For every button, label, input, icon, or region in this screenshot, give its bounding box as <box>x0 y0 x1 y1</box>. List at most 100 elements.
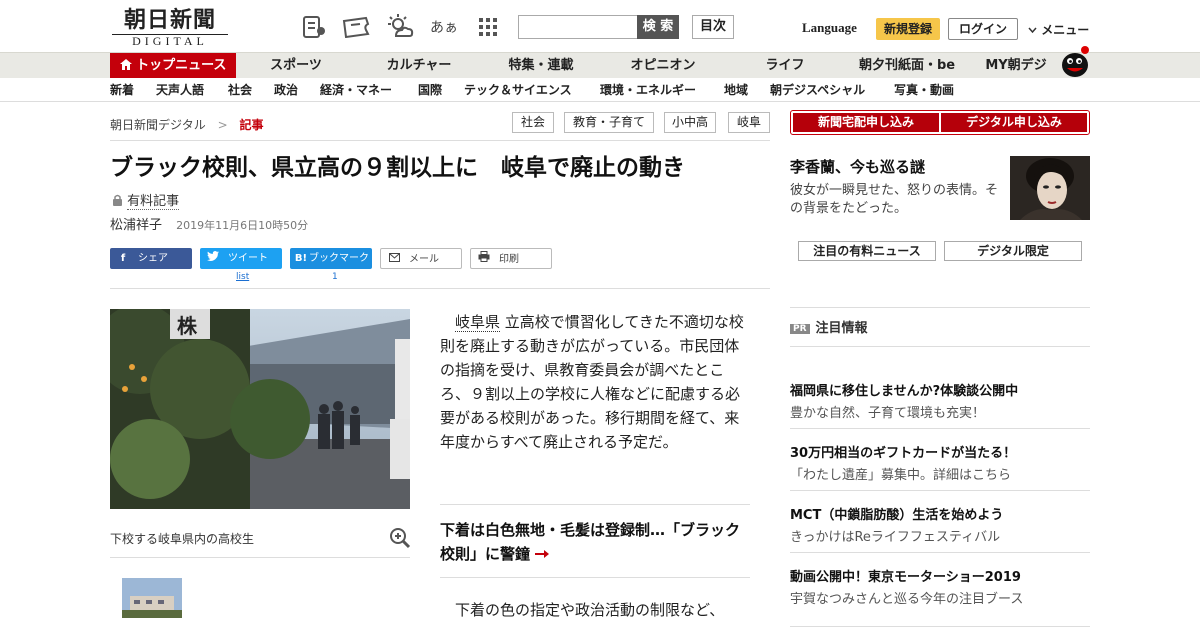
nav-item-life[interactable]: ライフ <box>726 53 844 79</box>
twitter-share-count[interactable]: list <box>236 272 249 282</box>
publish-date: 2019年11月6日10時50分 <box>176 219 309 232</box>
arrow-right-icon <box>535 545 550 563</box>
subnav-item-international[interactable]: 国際 <box>418 78 442 102</box>
print-icon <box>475 249 493 270</box>
nav-item-opinion[interactable]: オピニオン <box>600 53 726 79</box>
ad-divider <box>790 490 1090 491</box>
paid-article-text: 有料記事 <box>127 194 180 210</box>
article-body-text: 立高校で慣習化してきた不適切な校則を廃止する動きが広がっている。市民団体の指摘を… <box>440 313 744 451</box>
pr-divider <box>790 307 1090 308</box>
subscription-box: 新聞宅配申し込み デジタル申し込み <box>790 110 1090 135</box>
paid-article-label[interactable]: 有料記事 <box>112 190 180 210</box>
ad-title[interactable]: 30万円相当のギフトカードが当たる！ <box>790 442 1016 461</box>
logo-sub-text: DIGITAL <box>112 34 228 48</box>
article-headline: ブラック校則、県立高の９割以上に 岐阜で廃止の動き <box>110 155 685 181</box>
digital-only-button[interactable]: デジタル限定 <box>944 241 1082 261</box>
subnav-item-society[interactable]: 社会 <box>228 78 252 102</box>
nav-item-my-asadigi[interactable]: MY朝デジ <box>970 53 1062 79</box>
facebook-share-label: シェア <box>138 253 168 264</box>
pr-heading-divider <box>790 346 1090 347</box>
hatena-share-count[interactable]: 1 <box>332 272 338 282</box>
hatena-bookmark-button[interactable]: B! ブックマーク <box>290 248 372 269</box>
promo-description: 彼女が一瞬見せた、怒りの表情。その背景をたどった。 <box>790 183 999 216</box>
ad-divider <box>790 552 1090 553</box>
ticket-icon[interactable] <box>342 14 370 40</box>
promo-title[interactable]: 李香蘭、今も巡る謎 <box>790 156 925 177</box>
nav-item-features[interactable]: 特集・連載 <box>482 53 600 79</box>
subnav-item-politics[interactable]: 政治 <box>274 78 298 102</box>
chevron-down-icon <box>1028 23 1041 37</box>
login-button[interactable]: ログイン <box>948 18 1018 40</box>
promo-image[interactable] <box>1010 156 1090 220</box>
breadcrumb-home[interactable]: 朝日新聞デジタル <box>110 118 206 132</box>
nav-item-label: トップニュース <box>136 58 227 73</box>
subnav-item-environment[interactable]: 環境・エネルギー <box>600 78 696 102</box>
zoom-in-icon[interactable] <box>388 526 412 550</box>
subnav-item-special[interactable]: 朝デジスペシャル <box>770 78 865 102</box>
grid-menu-icon[interactable] <box>474 14 502 40</box>
subnav-item-tech[interactable]: テック＆サイエンス <box>464 78 572 102</box>
nav-item-newspaper[interactable]: 朝夕刊紙面・be <box>844 53 970 79</box>
site-logo[interactable]: 朝日新聞 DIGITAL <box>112 7 228 48</box>
subnav-item-tensei-jingo[interactable]: 天声人語 <box>156 78 204 102</box>
search-button[interactable]: 検 索 <box>637 15 679 39</box>
menu-button[interactable]: メニュー <box>1028 21 1089 38</box>
caption-divider <box>110 557 410 558</box>
breadcrumb-separator: > <box>217 118 228 132</box>
ad-divider <box>790 626 1090 627</box>
ad-title[interactable]: 福岡県に移住しませんか?体験談公開中 <box>790 380 1018 399</box>
related-top-divider <box>440 504 750 505</box>
font-size-icon[interactable]: あぁ <box>430 14 458 40</box>
hatena-icon: B! <box>294 253 308 264</box>
keyword-link-gifu[interactable]: 岐阜県 <box>455 313 501 332</box>
svg-text:株: 株 <box>177 314 198 338</box>
ad-description: きっかけはReライフフェスティバル <box>790 530 1001 545</box>
article-body: 岐阜県 立高校で慣習化してきた不適切な校則を廃止する動きが広がっている。市民団体… <box>440 310 750 454</box>
ad-description: 豊かな自然、子育て環境も充実！ <box>790 406 986 421</box>
nav-item-sports[interactable]: スポーツ <box>236 53 356 79</box>
ad-description: 「わたし遺産」募集中。詳細はこちら <box>790 468 1012 483</box>
related-bottom-divider <box>440 577 750 578</box>
logo-main-text: 朝日新聞 <box>123 7 216 33</box>
facebook-icon: f <box>120 253 126 264</box>
subnav-item-latest[interactable]: 新着 <box>110 78 134 102</box>
article-photo[interactable]: 株 <box>110 309 410 509</box>
mail-share-label: メール <box>409 254 439 265</box>
breadcrumb: 朝日新聞デジタル > 記事 <box>110 116 264 133</box>
print-button[interactable]: 印刷 <box>470 248 552 269</box>
article-body-continued: 下着の色の指定や政治活動の制限など、 <box>455 601 725 619</box>
home-icon <box>119 58 137 73</box>
mail-share-button[interactable]: メール <box>380 248 462 269</box>
twitter-share-button[interactable]: ツイート <box>200 248 282 269</box>
search-input[interactable] <box>518 15 638 39</box>
language-link[interactable]: Language <box>802 20 857 36</box>
tag-society[interactable]: 社会 <box>512 112 554 133</box>
tag-education[interactable]: 教育・子育て <box>564 112 654 133</box>
reader-icon[interactable] <box>300 14 328 40</box>
subnav-item-economy[interactable]: 経済・マネー <box>320 78 392 102</box>
pr-badge: PR <box>790 324 810 334</box>
ad-title[interactable]: MCT（中鎖脂肪酸）生活を始めよう <box>790 504 1003 523</box>
photo-thumbnail[interactable] <box>122 578 182 618</box>
mascot-character-icon[interactable] <box>1058 44 1092 78</box>
print-label: 印刷 <box>499 254 519 265</box>
paid-news-button[interactable]: 注目の有料ニュース <box>798 241 936 261</box>
facebook-share-button[interactable]: f シェア <box>110 248 192 269</box>
subnav-item-region[interactable]: 地域 <box>724 78 748 102</box>
digital-apply-button[interactable]: デジタル申し込み <box>941 113 1087 132</box>
subnav-item-photo-video[interactable]: 写真・動画 <box>894 78 954 102</box>
nav-item-top-news[interactable]: トップニュース <box>110 53 236 79</box>
nav-item-culture[interactable]: カルチャー <box>356 53 482 79</box>
related-article-link[interactable]: 下着は白色無地・毛髪は登録制…「ブラック校則」に警鐘 <box>440 518 740 566</box>
twitter-icon <box>204 248 222 269</box>
tag-school[interactable]: 小中高 <box>664 112 716 133</box>
toc-button[interactable]: 目次 <box>692 15 734 39</box>
mail-icon <box>385 249 403 270</box>
tag-gifu[interactable]: 岐阜 <box>728 112 770 133</box>
breadcrumb-divider <box>110 140 770 141</box>
ad-title[interactable]: 動画公開中！東京モーターショー2019 <box>790 566 1021 585</box>
signup-button[interactable]: 新規登録 <box>876 18 940 40</box>
newspaper-apply-button[interactable]: 新聞宅配申し込み <box>793 113 939 132</box>
pr-heading-text: 注目情報 <box>815 321 868 336</box>
weather-icon[interactable] <box>386 14 414 40</box>
